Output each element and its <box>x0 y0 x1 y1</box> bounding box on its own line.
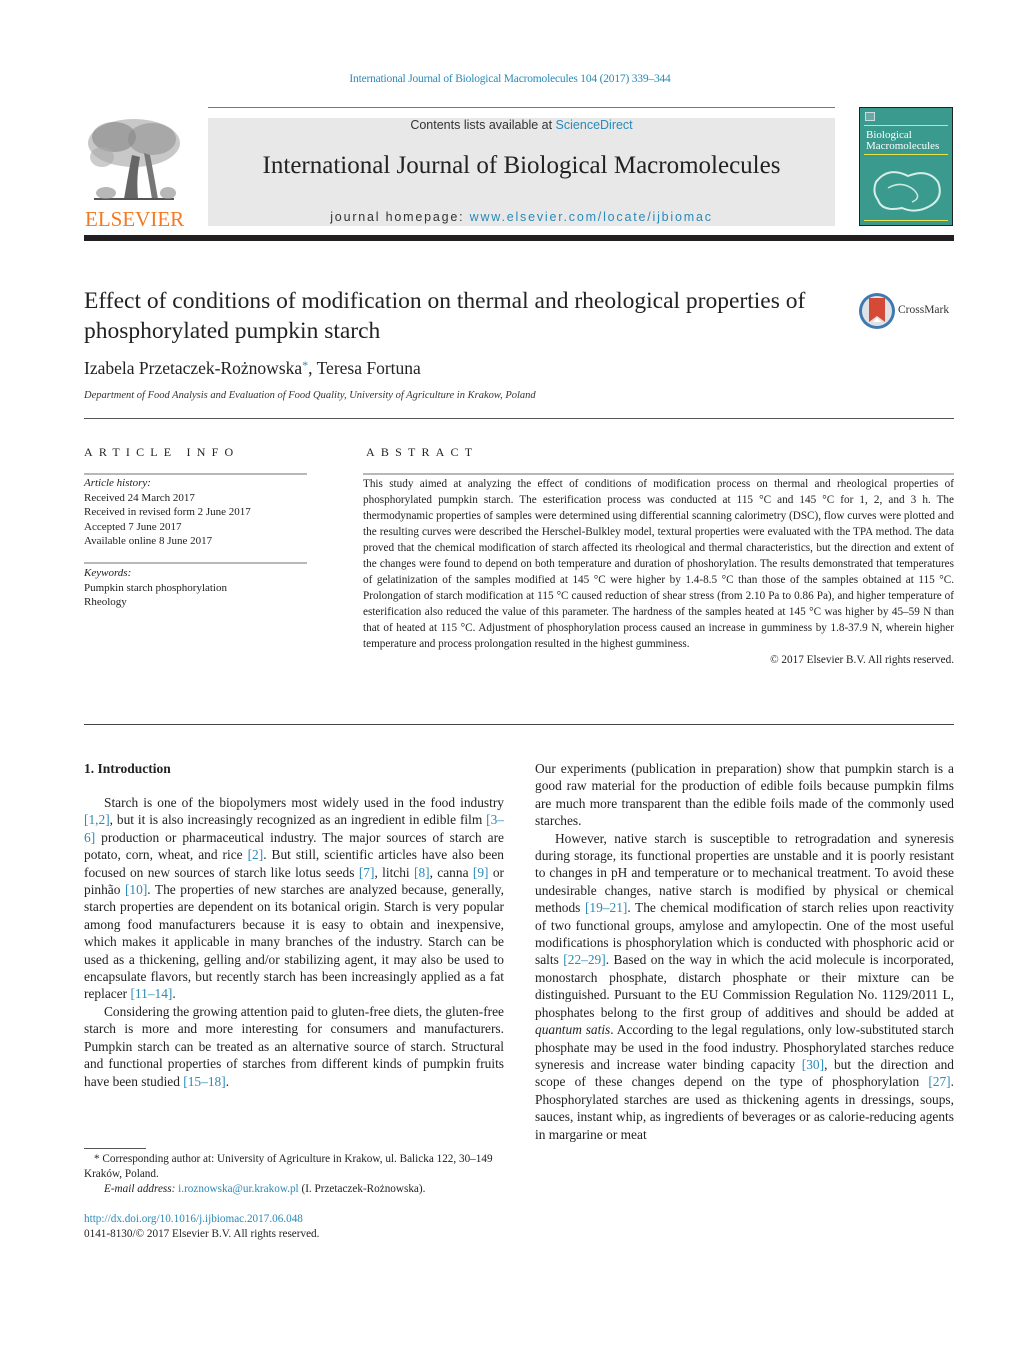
history-item: Received 24 March 2017 <box>84 491 195 504</box>
paragraph: Our experiments (publication in preparat… <box>535 760 954 830</box>
citation-link[interactable]: [19–21] <box>585 900 627 915</box>
homepage-prefix: journal homepage: <box>330 210 470 224</box>
paragraph: Considering the growing attention paid t… <box>84 1003 504 1090</box>
section-rule <box>84 418 954 419</box>
article-info-rule <box>84 562 307 564</box>
contents-line: Contents lists available at ScienceDirec… <box>208 118 835 132</box>
text-run: , litchi <box>374 864 414 880</box>
journal-citation-link[interactable]: International Journal of Biological Macr… <box>0 73 1020 85</box>
doi-block: http://dx.doi.org/10.1016/j.ijbiomac.201… <box>84 1212 319 1242</box>
header-thick-rule <box>84 235 954 241</box>
citation-link[interactable]: [7] <box>359 865 375 880</box>
doi-link[interactable]: http://dx.doi.org/10.1016/j.ijbiomac.201… <box>84 1213 303 1225</box>
cover-line <box>864 220 948 221</box>
history-item: Received in revised form 2 June 2017 <box>84 506 251 518</box>
journal-banner: Contents lists available at ScienceDirec… <box>208 118 835 226</box>
text-run: . The properties of new starches are ana… <box>84 882 504 1002</box>
text-run: , but it is also increasingly recognized… <box>109 812 487 828</box>
affiliation: Department of Food Analysis and Evaluati… <box>84 390 536 401</box>
journal-homepage-link[interactable]: www.elsevier.com/locate/ijbiomac <box>470 210 713 224</box>
abstract-heading: ABSTRACT <box>366 445 479 459</box>
crossmark-icon <box>859 293 895 329</box>
email-suffix: (I. Przetaczek-Rożnowska). <box>298 1183 426 1195</box>
sciencedirect-link[interactable]: ScienceDirect <box>556 118 633 132</box>
citation-link[interactable]: [9] <box>473 865 489 880</box>
article-info-heading: ARTICLE INFO <box>84 445 240 459</box>
body-column-right: Our experiments (publication in preparat… <box>535 760 954 1143</box>
footnote-rule <box>84 1148 146 1149</box>
citation-link[interactable]: [27] <box>928 1074 950 1089</box>
footnote-text: Corresponding author at: University of A… <box>84 1153 493 1180</box>
author-name[interactable]: Izabela Przetaczek-Rożnowska <box>84 358 302 378</box>
keyword: Rheology <box>84 596 127 608</box>
section-rule <box>84 724 954 725</box>
author-email-link[interactable]: i.roznowska@ur.krakow.pl <box>178 1183 299 1195</box>
footnote: * Corresponding author at: University of… <box>84 1152 504 1197</box>
citation-link[interactable]: [22–29] <box>563 952 605 967</box>
journal-cover-image[interactable]: Biological Macromolecules <box>859 107 953 226</box>
header-rule <box>208 107 835 108</box>
elsevier-wordmark: ELSEVIER <box>85 207 185 231</box>
body-column-left: Starch is one of the biopolymers most wi… <box>84 794 504 1090</box>
footnote-email-line: E-mail address: i.roznowska@ur.krakow.pl… <box>84 1182 504 1197</box>
text-run: , canna <box>429 864 473 880</box>
text-run: . <box>172 986 176 1002</box>
article-info-rule <box>84 473 307 475</box>
keyword: Pumpkin starch phosphorylation <box>84 581 227 594</box>
citation-link[interactable]: [10] <box>125 882 147 897</box>
history-label: Article history: <box>84 477 151 489</box>
keywords: Keywords: Pumpkin starch phosphorylation… <box>84 566 227 610</box>
cover-protein-icon <box>873 171 941 212</box>
citation-link[interactable]: [30] <box>802 1057 824 1072</box>
abstract-copyright: © 2017 Elsevier B.V. All rights reserved… <box>770 654 954 666</box>
crossmark-label: CrossMark <box>898 304 950 316</box>
citation-link[interactable]: [15–18] <box>183 1074 225 1089</box>
footnote-corresponding: * Corresponding author at: University of… <box>84 1152 504 1182</box>
journal-title: International Journal of Biological Macr… <box>262 152 781 179</box>
article-history: Article history: Received 24 March 2017 … <box>84 476 251 549</box>
abstract-body: This study aimed at analyzing the effect… <box>363 476 954 668</box>
citation-link[interactable]: [11–14] <box>130 986 172 1001</box>
cover-line <box>864 125 948 126</box>
cover-title-line2: Macromolecules <box>866 140 940 152</box>
contents-prefix: Contents lists available at <box>410 118 556 132</box>
elsevier-tree-icon <box>88 119 180 200</box>
article-title: Effect of conditions of modification on … <box>84 288 806 344</box>
history-item: Available online 8 June 2017 <box>84 535 213 547</box>
text-run: Considering the growing attention paid t… <box>84 1003 504 1089</box>
homepage-line: journal homepage: www.elsevier.com/locat… <box>208 210 835 224</box>
author-separator: , <box>308 358 317 378</box>
text-run: Our experiments (publication in preparat… <box>535 761 954 829</box>
text-run: Starch is one of the biopolymers most wi… <box>104 795 504 810</box>
citation-link[interactable]: [1,2] <box>84 812 110 827</box>
cover-publisher-mark <box>865 112 875 121</box>
email-label: E-mail address: <box>104 1183 179 1195</box>
citation-link[interactable]: [2] <box>248 847 264 862</box>
author-list: Izabela Przetaczek-Rożnowska*, Teresa Fo… <box>84 358 421 379</box>
history-item: Accepted 7 June 2017 <box>84 520 182 533</box>
italic-text: quantum satis <box>535 1022 611 1038</box>
cover-line <box>864 154 948 155</box>
paragraph: However, native starch is susceptible to… <box>535 830 954 1143</box>
author-name[interactable]: Teresa Fortuna <box>317 358 421 378</box>
abstract-rule <box>363 473 954 475</box>
abstract-text: This study aimed at analyzing the effect… <box>363 478 954 650</box>
cover-title: Biological Macromolecules <box>866 130 939 152</box>
citation-link[interactable]: [8] <box>414 865 430 880</box>
keywords-label: Keywords: <box>84 567 132 579</box>
issn-line: 0141-8130/© 2017 Elsevier B.V. All right… <box>84 1228 320 1240</box>
paragraph: Starch is one of the biopolymers most wi… <box>84 794 504 1003</box>
section-heading: 1. Introduction <box>84 761 171 776</box>
text-run: . <box>225 1073 230 1089</box>
